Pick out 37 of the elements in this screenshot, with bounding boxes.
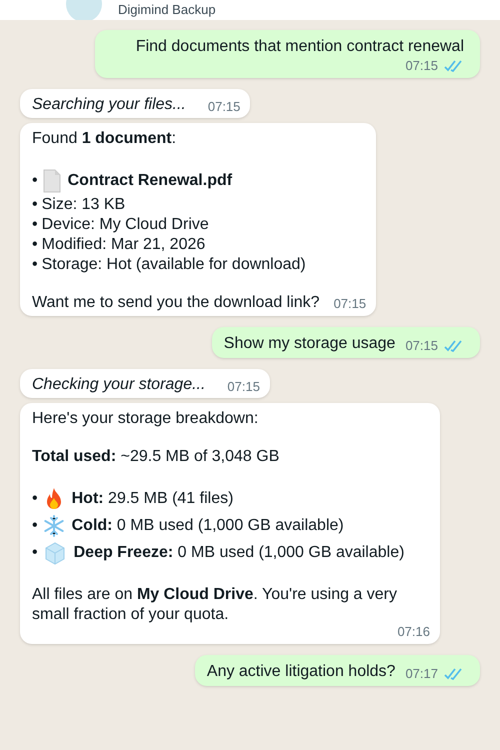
message-time: 07:15 — [334, 297, 366, 313]
message-time: 07:16 — [397, 625, 430, 641]
message-text: Show my storage usage — [224, 334, 396, 354]
bullet: • — [32, 215, 38, 235]
bullet: • — [32, 171, 38, 191]
bullet: • — [32, 489, 38, 509]
snowflake-icon — [42, 515, 65, 537]
chat-title: Digimind Backup — [118, 2, 216, 19]
message-text: Find documents that mention contract renewal — [136, 37, 464, 57]
document-icon — [42, 169, 61, 193]
message-paragraph: Found 1 document: — [32, 129, 178, 149]
message-text: Any active litigation holds? — [206, 662, 396, 682]
list-item-text: Contract Renewal.pdf — [68, 171, 232, 191]
message-time: 07:17 — [405, 667, 438, 681]
bullet: • — [32, 235, 38, 255]
list-item-text: Storage: Hot (available for download) — [42, 255, 306, 275]
message-paragraph: All files are on My Cloud Drive. You're using a very small fraction of your quota. — [32, 585, 398, 625]
message-time: 07:15 — [208, 100, 240, 115]
message-paragraph: Here's your storage breakdown: — [32, 409, 260, 429]
message-time: 07:15 — [405, 59, 438, 73]
bullet: • — [32, 516, 38, 536]
list-item-text: Hot: 29.5 MB (41 files) — [72, 489, 234, 509]
ice-cube-icon — [42, 541, 67, 565]
list-item-text: Modified: Mar 21, 2026 — [42, 235, 206, 255]
message-text: Checking your storage... — [32, 375, 206, 395]
bullet: • — [32, 255, 38, 275]
list-item-text: Size: 13 KB — [42, 195, 126, 215]
message-paragraph: Total used: ~29.5 MB of 3,048 GB — [32, 447, 280, 467]
bullet: • — [32, 543, 38, 563]
message-text: Searching your files... — [32, 95, 186, 115]
list-item-text: Deep Freeze: 0 MB used (1,000 GB available) — [74, 543, 404, 563]
message-time: 07:15 — [227, 380, 260, 395]
list-item-text: Cold: 0 MB used (1,000 GB available) — [72, 516, 344, 536]
list-item-text: Device: My Cloud Drive — [42, 215, 209, 235]
bullet: • — [32, 195, 38, 215]
message-paragraph: Want me to send you the download link? — [32, 293, 320, 313]
message-time: 07:15 — [405, 339, 438, 353]
